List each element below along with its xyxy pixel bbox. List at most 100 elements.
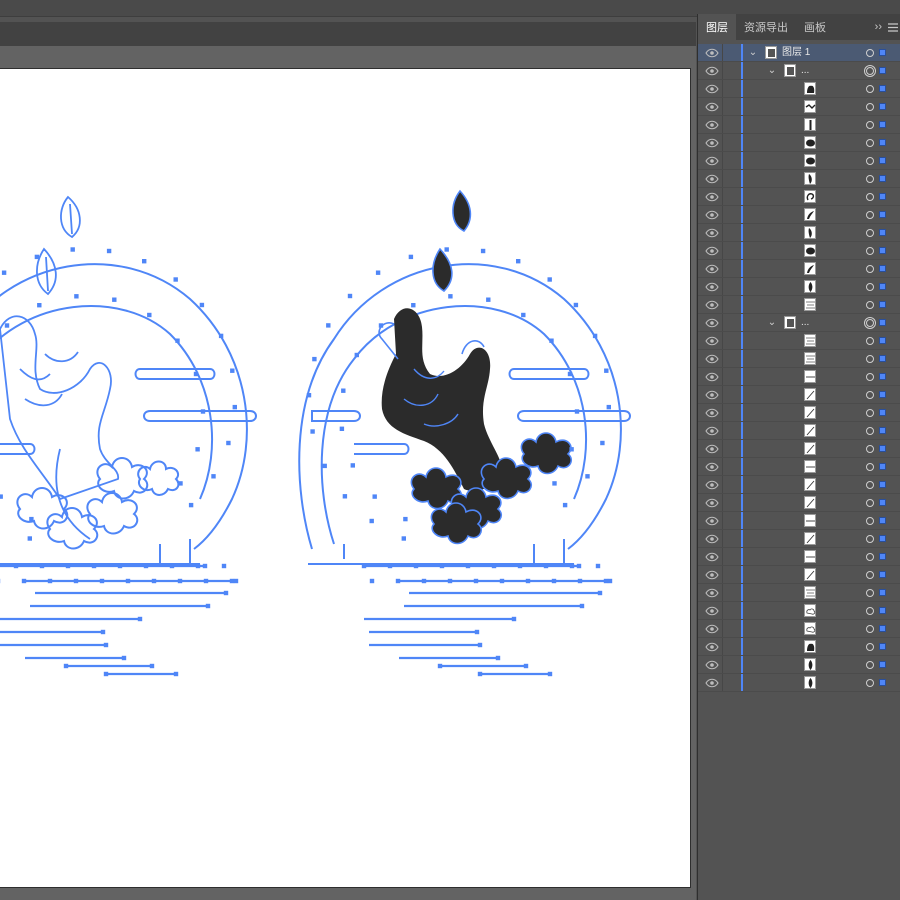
lock-column[interactable] [722,422,723,439]
anchor-point[interactable] [200,409,206,414]
tab-layers[interactable]: 图层 [698,14,736,40]
lock-column[interactable] [722,638,723,655]
anchor-point[interactable] [99,578,105,584]
anchor-point[interactable] [477,671,483,677]
layer-row[interactable]: ⌄ 图层 1 [698,44,900,62]
anchor-point[interactable] [579,603,585,609]
anchor-point[interactable] [547,277,552,282]
target-circle-icon[interactable] [864,317,876,329]
selection-indicator[interactable] [879,625,886,632]
anchor-point[interactable] [525,578,531,584]
layer-row[interactable] [698,260,900,278]
visibility-eye-icon[interactable] [705,408,719,418]
lock-column[interactable] [722,620,723,637]
anchor-point[interactable] [551,578,557,584]
selection-indicator[interactable] [879,463,886,470]
anchor-point[interactable] [149,663,155,669]
selection-indicator[interactable] [879,229,886,236]
anchor-point[interactable] [195,563,201,569]
anchor-point[interactable] [74,294,79,299]
anchor-point[interactable] [421,578,427,584]
anchor-point[interactable] [142,259,147,264]
visibility-eye-icon[interactable] [705,138,719,148]
anchor-point[interactable] [63,663,69,669]
selection-indicator[interactable] [879,481,886,488]
anchor-point[interactable] [143,563,149,569]
anchor-point[interactable] [401,536,406,541]
anchor-point[interactable] [495,655,501,661]
layer-row[interactable] [698,530,900,548]
target-circle-icon[interactable] [866,427,874,435]
target-circle-icon[interactable] [866,571,874,579]
anchor-point[interactable] [169,563,175,569]
target-circle-icon[interactable] [866,247,874,255]
anchor-point[interactable] [147,312,152,318]
anchor-point[interactable] [361,563,367,569]
layer-row[interactable]: › [698,332,900,350]
visibility-eye-icon[interactable] [705,120,719,130]
tab-asset-export[interactable]: 资源导出 [736,14,796,40]
selection-indicator[interactable] [879,391,886,398]
lock-column[interactable] [722,170,723,187]
anchor-point[interactable] [226,440,231,446]
selection-indicator[interactable] [879,301,886,308]
target-circle-icon[interactable] [866,481,874,489]
selection-indicator[interactable] [879,175,886,182]
anchor-point[interactable] [4,323,10,328]
anchor-point[interactable] [369,578,375,584]
anchor-point[interactable] [230,368,235,373]
target-circle-icon[interactable] [866,409,874,417]
lock-column[interactable] [722,566,723,583]
anchor-point[interactable] [473,578,479,584]
lock-column[interactable] [722,224,723,241]
anchor-point[interactable] [151,578,157,584]
hamburger-menu-icon[interactable] [885,14,900,40]
anchor-point[interactable] [13,563,19,569]
anchor-point[interactable] [121,655,127,661]
visibility-eye-icon[interactable] [705,534,719,544]
anchor-point[interactable] [444,247,449,252]
anchor-point[interactable] [474,629,480,635]
visibility-eye-icon[interactable] [705,606,719,616]
visibility-eye-icon[interactable] [705,642,719,652]
selection-indicator[interactable] [879,283,886,290]
anchor-point[interactable] [607,578,613,584]
selection-indicator[interactable] [879,49,886,56]
lock-column[interactable] [722,260,723,277]
target-circle-icon[interactable] [866,589,874,597]
layer-row[interactable] [698,458,900,476]
layer-row[interactable] [698,170,900,188]
anchor-point[interactable] [447,578,453,584]
lock-column[interactable] [722,404,723,421]
anchor-point[interactable] [375,270,381,275]
lock-column[interactable] [722,188,723,205]
anchor-point[interactable] [465,563,471,569]
anchor-point[interactable] [322,463,327,469]
target-circle-icon[interactable] [866,373,874,381]
target-circle-icon[interactable] [866,193,874,201]
selection-indicator[interactable] [879,553,886,560]
right-filled-artwork[interactable] [298,189,632,676]
anchor-point[interactable] [103,642,109,648]
selection-indicator[interactable] [879,193,886,200]
selection-indicator[interactable] [879,211,886,218]
anchor-point[interactable] [600,440,605,446]
anchor-point[interactable] [233,578,239,584]
anchor-point[interactable] [0,494,3,499]
anchor-point[interactable] [347,293,353,299]
lock-column[interactable] [722,134,723,151]
target-circle-icon[interactable] [866,517,874,525]
anchor-point[interactable] [21,578,27,584]
selection-indicator[interactable] [879,373,886,380]
visibility-eye-icon[interactable] [705,390,719,400]
anchor-point[interactable] [195,447,200,452]
anchor-point[interactable] [37,303,42,308]
anchor-point[interactable] [27,536,32,541]
chevron-down-icon[interactable]: ⌄ [748,44,758,61]
lock-column[interactable] [722,80,723,97]
visibility-eye-icon[interactable] [705,228,719,238]
layer-row[interactable] [698,512,900,530]
lock-column[interactable] [722,44,723,61]
lock-column[interactable] [722,296,723,313]
target-circle-icon[interactable] [866,661,874,669]
